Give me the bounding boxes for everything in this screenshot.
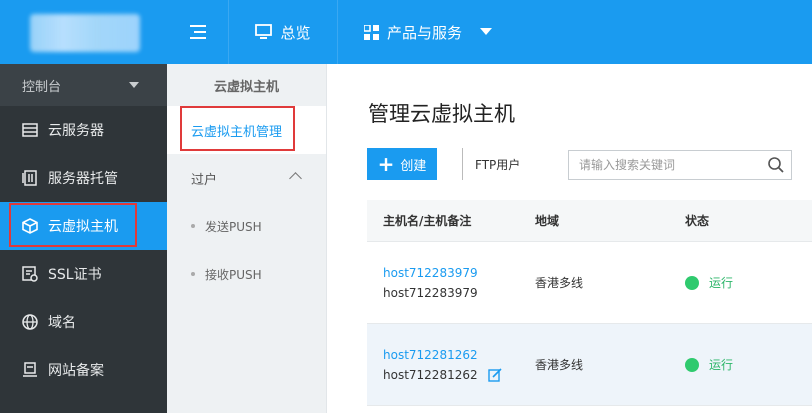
sub-group-label: 过户 xyxy=(191,172,218,188)
edit-icon[interactable] xyxy=(487,367,502,382)
caret-down-icon xyxy=(129,82,139,88)
sidebar-item-label: SSL证书 xyxy=(48,267,102,283)
main-content: 管理云虚拟主机 + 创建 FTP用户 主机名/主机备注 地域 状态 host71… xyxy=(328,64,812,413)
column-header: 状态 xyxy=(685,214,710,228)
search-icon[interactable] xyxy=(767,156,785,174)
grid-icon xyxy=(364,24,379,40)
status-text: 运行 xyxy=(709,276,734,290)
secondary-sidebar-title: 云虚拟主机 xyxy=(213,79,279,95)
console-selector[interactable]: 控制台 xyxy=(0,64,167,106)
highlight-box-submenu xyxy=(180,106,295,151)
sub-item-label: 接收PUSH xyxy=(205,267,262,282)
search-box xyxy=(568,150,792,180)
region-cell: 香港多线 xyxy=(535,276,584,290)
ftp-user-link[interactable]: FTP用户 xyxy=(462,148,520,180)
sidebar-item-ssl-certificate[interactable]: SSL证书 xyxy=(0,250,167,298)
host-cell: host712281262 host712281262 xyxy=(367,348,519,382)
record-icon xyxy=(22,362,38,378)
table-row: host712281262 host712281262 香港多线 运行 xyxy=(367,324,812,406)
chevron-up-icon xyxy=(289,172,302,185)
create-label: 创建 xyxy=(400,158,427,174)
caret-down-icon xyxy=(480,28,493,35)
host-cell: host712283979 host712283979 xyxy=(367,266,519,300)
host-note: host712283979 xyxy=(383,286,519,300)
status-running-icon xyxy=(685,357,699,372)
page-title: 管理云虚拟主机 xyxy=(368,102,515,126)
certificate-icon xyxy=(22,266,38,282)
sub-group-transfer[interactable]: 过户 xyxy=(167,154,326,202)
host-link[interactable]: host712281262 xyxy=(383,348,519,362)
sidebar-item-cloud-server[interactable]: 云服务器 xyxy=(0,106,167,154)
sidebar-item-label: 服务器托管 xyxy=(48,171,118,187)
sidebar-item-icp-record[interactable]: 网站备案 xyxy=(0,346,167,394)
sub-item-send-push[interactable]: 发送PUSH xyxy=(167,202,326,250)
overview-label: 总览 xyxy=(280,23,311,42)
host-table: 主机名/主机备注 地域 状态 host712283979 host7122839… xyxy=(367,200,812,406)
sidebar-item-domain[interactable]: 域名 xyxy=(0,298,167,346)
sub-item-receive-push[interactable]: 接收PUSH xyxy=(167,250,326,298)
brand-logo[interactable] xyxy=(0,0,167,64)
host-link[interactable]: host712283979 xyxy=(383,266,519,280)
sub-item-label: 发送PUSH xyxy=(205,219,262,234)
sidebar-item-label: 网站备案 xyxy=(48,363,104,379)
search-input[interactable] xyxy=(579,158,759,172)
sidebar-item-label: 域名 xyxy=(48,315,76,331)
menu-toggle-button[interactable] xyxy=(167,0,229,64)
sidebar-item-server-hosting[interactable]: 服务器托管 xyxy=(0,154,167,202)
globe-icon xyxy=(22,314,38,330)
plus-icon: + xyxy=(377,152,395,176)
status-cell: 运行 xyxy=(669,356,812,373)
create-button[interactable]: + 创建 xyxy=(367,148,437,180)
products-services-menu[interactable]: 产品与服务 xyxy=(338,0,506,64)
status-cell: 运行 xyxy=(669,274,812,291)
table-header: 主机名/主机备注 地域 状态 xyxy=(367,200,812,242)
bullet-icon xyxy=(191,224,195,228)
highlight-box-sidebar xyxy=(9,203,137,247)
server-icon xyxy=(22,122,38,138)
console-label: 控制台 xyxy=(22,79,62,95)
menu-icon xyxy=(189,25,206,39)
host-note-text: host712283979 xyxy=(383,285,478,300)
table-row: host712283979 host712283979 香港多线 运行 xyxy=(367,242,812,324)
top-nav: 总览 产品与服务 xyxy=(167,0,506,64)
monitor-icon xyxy=(255,24,273,39)
logo-image xyxy=(30,14,140,52)
overview-button[interactable]: 总览 xyxy=(229,0,338,64)
host-note: host712281262 xyxy=(383,368,519,382)
column-header: 主机名/主机备注 xyxy=(383,214,472,228)
status-text: 运行 xyxy=(709,358,734,372)
sidebar-item-label: 云服务器 xyxy=(48,123,104,139)
bullet-icon xyxy=(191,272,195,276)
hosting-icon xyxy=(22,170,38,186)
region-cell: 香港多线 xyxy=(535,358,584,372)
column-header: 地域 xyxy=(535,214,560,228)
host-note-text: host712281262 xyxy=(383,367,478,382)
top-bar: 总览 产品与服务 xyxy=(0,0,812,64)
status-running-icon xyxy=(685,275,699,290)
products-label: 产品与服务 xyxy=(387,23,463,42)
